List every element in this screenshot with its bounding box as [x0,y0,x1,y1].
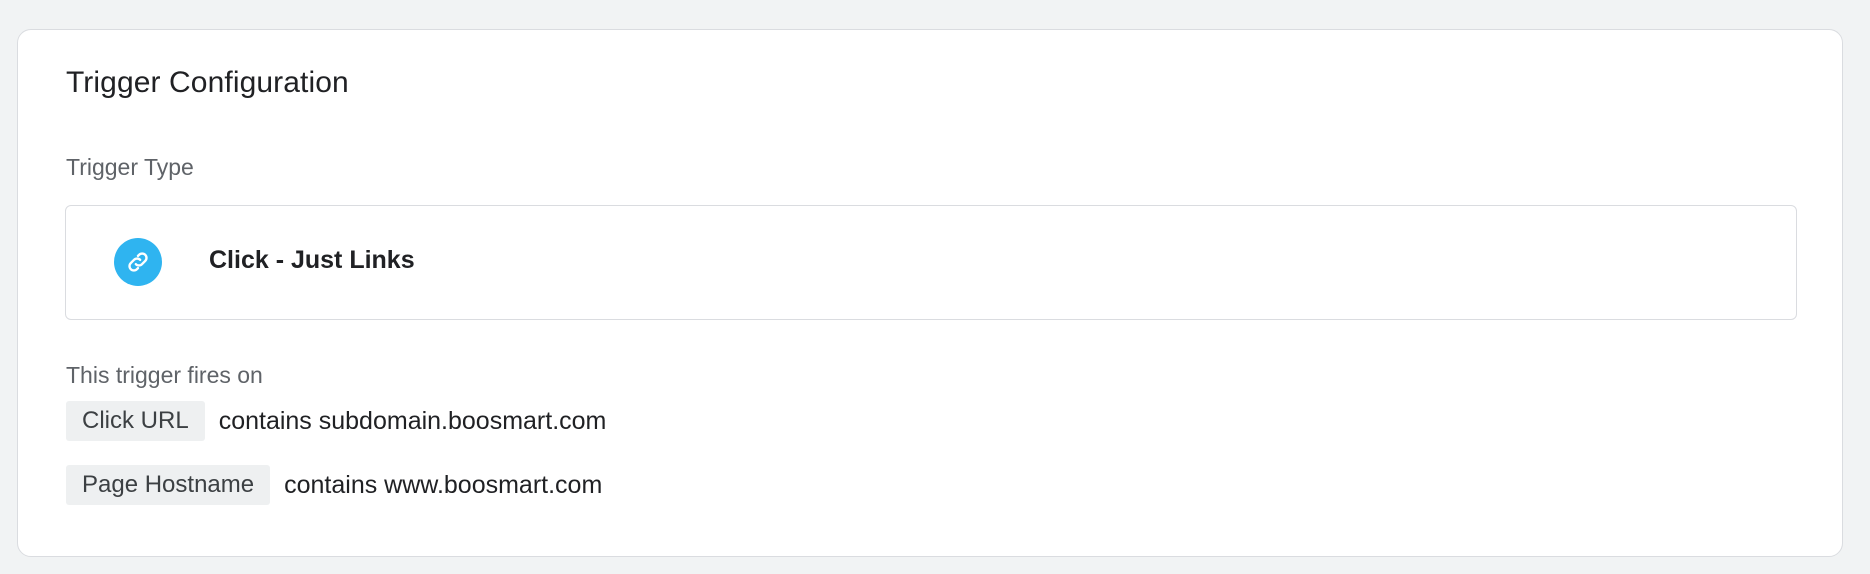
trigger-type-name: Click - Just Links [209,246,415,274]
condition-operator-value: contains www.boosmart.com [284,470,603,499]
trigger-configuration-card: Trigger Configuration Trigger Type Click… [17,29,1843,557]
condition-variable-chip: Click URL [66,401,205,441]
link-icon [114,238,162,286]
condition-variable-chip: Page Hostname [66,465,271,505]
trigger-type-label: Trigger Type [66,154,194,180]
card-title: Trigger Configuration [66,66,349,99]
condition-row: Page Hostname contains www.boosmart.com [66,465,602,505]
condition-operator-value: contains subdomain.boosmart.com [218,406,607,435]
trigger-type-selector[interactable]: Click - Just Links [65,205,1797,320]
condition-row: Click URL contains subdomain.boosmart.co… [66,401,606,441]
fires-on-label: This trigger fires on [66,362,263,388]
